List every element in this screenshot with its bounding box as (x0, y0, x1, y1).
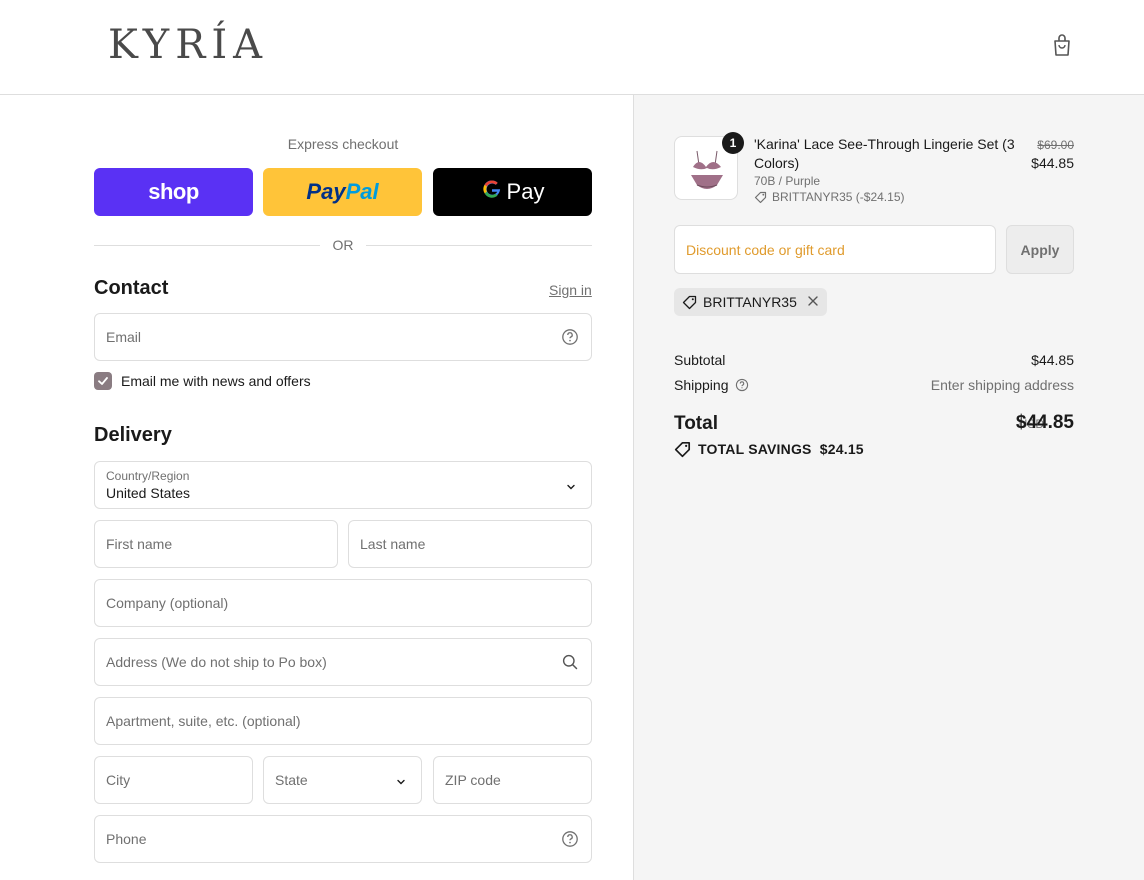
subtotal-row: Subtotal $44.85 (674, 352, 1074, 368)
first-name-placeholder: First name (106, 536, 173, 552)
company-field[interactable]: Company (optional) (94, 579, 592, 627)
subtotal-label: Subtotal (674, 352, 726, 368)
subtotal-value: $44.85 (1031, 352, 1074, 368)
current-price: $44.85 (1031, 155, 1074, 171)
discount-code-input[interactable]: Discount code or gift card (674, 225, 996, 274)
product-name: 'Karina' Lace See-Through Lingerie Set (… (754, 136, 1015, 171)
help-icon[interactable] (561, 830, 579, 848)
express-checkout-title: Express checkout (287, 136, 399, 152)
or-text: OR (332, 237, 354, 253)
search-icon[interactable] (561, 653, 579, 671)
header: KYRÍA (0, 0, 1144, 95)
applied-code-text: BRITTANYR35 (703, 294, 797, 310)
shipping-value: Enter shipping address (930, 377, 1074, 393)
email-placeholder: Email (106, 329, 142, 345)
country-select[interactable]: Country/Region United States (94, 461, 592, 509)
shop-pay-label: shop (148, 179, 199, 204)
total-label: Total (674, 413, 718, 434)
tag-icon (682, 295, 697, 310)
state-placeholder: State (275, 772, 308, 788)
product-discount: BRITTANYR35 (-$24.15) (754, 190, 905, 204)
quantity-badge: 1 (722, 132, 744, 154)
newsletter-checkbox-row[interactable]: Email me with news and offers (94, 371, 311, 391)
sign-in-link[interactable]: Sign in (549, 282, 592, 298)
help-icon[interactable] (735, 378, 749, 392)
google-pay-label: Pay (506, 179, 545, 204)
phone-field[interactable]: Phone (94, 815, 592, 863)
state-select[interactable]: State (263, 756, 422, 804)
or-divider: OR (94, 235, 592, 255)
apartment-field[interactable]: Apartment, suite, etc. (optional) (94, 697, 592, 745)
total-value: $44.85 (1015, 412, 1074, 433)
city-placeholder: City (106, 772, 131, 788)
address-placeholder: Address (We do not ship to Po box) (106, 654, 327, 670)
first-name-field[interactable]: First name (94, 520, 338, 568)
chevron-down-icon (395, 775, 407, 787)
brand-logo[interactable]: KYRÍA (108, 22, 268, 68)
shopping-bag-icon[interactable] (1050, 32, 1074, 58)
contact-title: Contact (94, 277, 169, 299)
phone-placeholder: Phone (106, 831, 147, 847)
checkout-form: Express checkout shop Pay Pal Pay OR Cont… (0, 95, 634, 880)
total-savings: TOTAL SAVINGS $24.15 (674, 440, 864, 458)
company-placeholder: Company (optional) (106, 595, 229, 611)
shipping-label: Shipping (674, 377, 729, 393)
paypal-button[interactable]: Pay Pal (263, 168, 422, 216)
discount-code-placeholder: Discount code or gift card (686, 241, 845, 258)
zip-field[interactable]: ZIP code (433, 756, 592, 804)
city-field[interactable]: City (94, 756, 253, 804)
country-label: Country/Region (106, 469, 190, 483)
tag-icon (754, 191, 767, 204)
apply-button[interactable]: Apply (1006, 225, 1074, 274)
original-price: $69.00 (1037, 138, 1074, 152)
google-g-icon (481, 178, 503, 206)
apartment-placeholder: Apartment, suite, etc. (optional) (106, 713, 301, 729)
country-value: United States (106, 485, 191, 501)
remove-code-icon[interactable] (807, 294, 819, 310)
shipping-row: Shipping Enter shipping address (674, 377, 1074, 393)
order-summary: 1 'Karina' Lace See-Through Lingerie Set… (634, 95, 1144, 880)
tag-icon (674, 441, 691, 458)
last-name-field[interactable]: Last name (348, 520, 592, 568)
address-field[interactable]: Address (We do not ship to Po box) (94, 638, 592, 686)
zip-placeholder: ZIP code (445, 772, 501, 788)
delivery-title: Delivery (94, 424, 172, 446)
applied-code-chip: BRITTANYR35 (674, 288, 827, 316)
shop-pay-button[interactable]: shop (94, 168, 253, 216)
savings-value: $24.15 (819, 441, 864, 457)
last-name-placeholder: Last name (360, 536, 426, 552)
product-discount-text: BRITTANYR35 (-$24.15) (772, 190, 905, 204)
google-pay-button[interactable]: Pay (433, 168, 592, 216)
paypal-label-1: Pay (306, 179, 346, 204)
newsletter-label: Email me with news and offers (121, 373, 311, 389)
email-field[interactable]: Email (94, 313, 592, 361)
paypal-label-2: Pal (345, 179, 379, 204)
chevron-down-icon (565, 480, 577, 492)
product-variant: 70B / Purple (754, 174, 821, 188)
savings-label: TOTAL SAVINGS (698, 441, 812, 457)
help-icon[interactable] (561, 328, 579, 346)
newsletter-checkbox[interactable] (94, 372, 112, 390)
